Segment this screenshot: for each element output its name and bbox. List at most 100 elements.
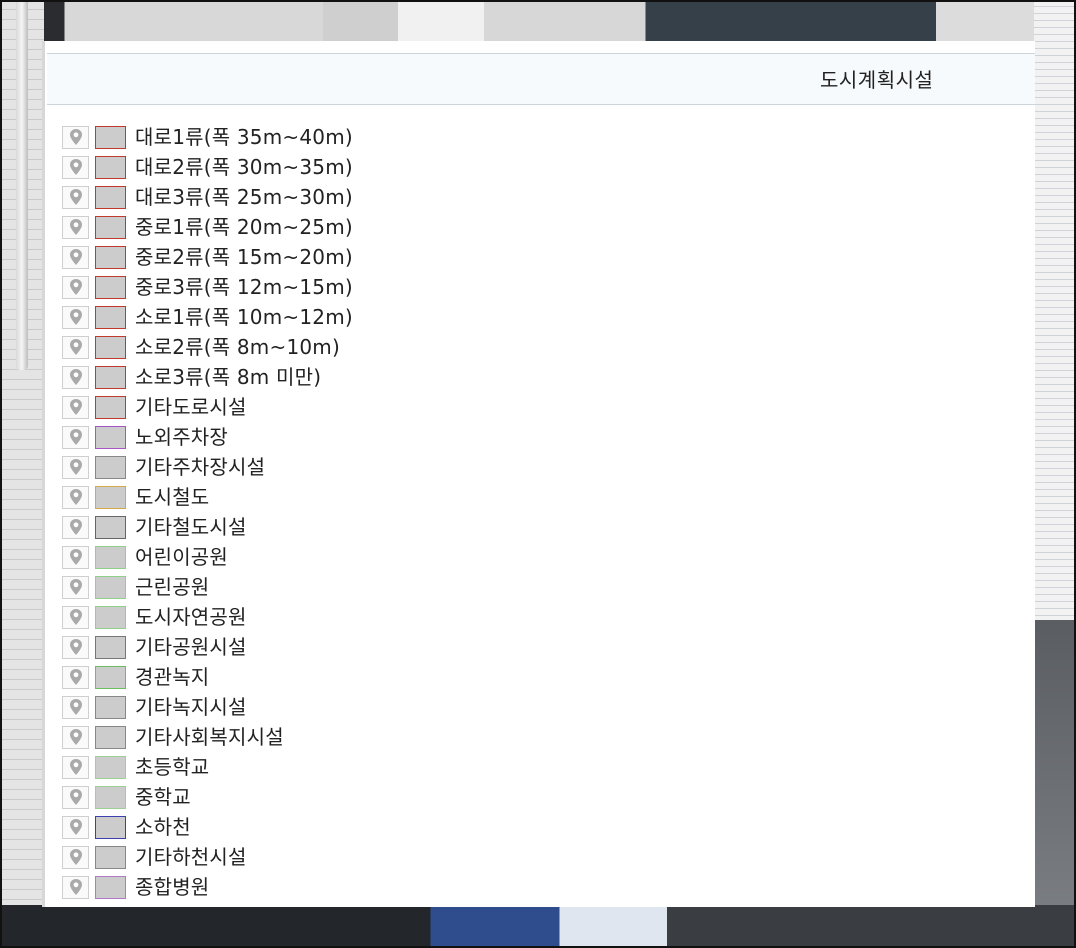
- legend-label: 기타철도시설: [135, 515, 247, 539]
- legend-swatch: [95, 515, 126, 539]
- legend-label: 중학교: [135, 785, 191, 809]
- locate-button[interactable]: [62, 185, 89, 209]
- locate-button[interactable]: [62, 485, 89, 509]
- legend-item: 근린공원: [62, 572, 353, 602]
- locate-button[interactable]: [62, 425, 89, 449]
- legend-swatch: [95, 815, 126, 839]
- legend-panel: 도시계획시설 대로1류(폭 35m~40m) 대로2류(폭 30m~35m) 대로3…: [42, 41, 1035, 907]
- legend-label: 대로3류(폭 25m~30m): [135, 185, 353, 209]
- legend-item: 대로3류(폭 25m~30m): [62, 182, 353, 212]
- legend-item: 기타사회복지시설: [62, 722, 353, 752]
- locate-button[interactable]: [62, 755, 89, 779]
- locate-button[interactable]: [62, 335, 89, 359]
- locate-button[interactable]: [62, 125, 89, 149]
- background-road: [1034, 620, 1076, 948]
- legend-label: 도시철도: [135, 485, 210, 509]
- map-pin-icon: [69, 459, 82, 475]
- map-pin-icon: [69, 729, 82, 745]
- panel-title: 도시계획시설: [820, 68, 934, 92]
- locate-button[interactable]: [62, 665, 89, 689]
- locate-button[interactable]: [62, 845, 89, 869]
- panel-header: 도시계획시설: [47, 53, 1035, 105]
- legend-label: 대로1류(폭 35m~40m): [135, 125, 353, 149]
- legend-label: 중로3류(폭 12m~15m): [135, 275, 353, 299]
- legend-swatch: [95, 485, 126, 509]
- locate-button[interactable]: [62, 155, 89, 179]
- locate-button[interactable]: [62, 395, 89, 419]
- legend-item: 소하천: [62, 812, 353, 842]
- legend-swatch: [95, 155, 126, 179]
- map-pin-icon: [69, 699, 82, 715]
- locate-button[interactable]: [62, 305, 89, 329]
- locate-button[interactable]: [62, 635, 89, 659]
- locate-button[interactable]: [62, 515, 89, 539]
- locate-button[interactable]: [62, 875, 89, 899]
- map-pin-icon: [69, 159, 82, 175]
- legend-label: 소로1류(폭 10m~12m): [135, 305, 353, 329]
- legend-label: 노외주차장: [135, 425, 228, 449]
- legend-swatch: [95, 335, 126, 359]
- legend-swatch: [95, 185, 126, 209]
- locate-button[interactable]: [62, 785, 89, 809]
- legend-label: 소하천: [135, 815, 191, 839]
- legend-swatch: [95, 395, 126, 419]
- legend-label: 중로1류(폭 20m~25m): [135, 215, 353, 239]
- locate-button[interactable]: [62, 695, 89, 719]
- legend-swatch: [95, 275, 126, 299]
- map-pin-icon: [69, 519, 82, 535]
- map-pin-icon: [69, 429, 82, 445]
- legend-item: 소로3류(폭 8m 미만): [62, 362, 353, 392]
- legend-swatch: [95, 725, 126, 749]
- locate-button[interactable]: [62, 275, 89, 299]
- legend-item: 도시철도: [62, 482, 353, 512]
- map-pin-icon: [69, 759, 82, 775]
- legend-swatch: [95, 785, 126, 809]
- legend-label: 근린공원: [135, 575, 210, 599]
- legend-label: 기타도로시설: [135, 395, 247, 419]
- legend-item: 경관녹지: [62, 662, 353, 692]
- legend-swatch: [95, 875, 126, 899]
- legend-item: 노외주차장: [62, 422, 353, 452]
- locate-button[interactable]: [62, 605, 89, 629]
- map-pin-icon: [69, 279, 82, 295]
- legend-label: 어린이공원: [135, 545, 228, 569]
- locate-button[interactable]: [62, 575, 89, 599]
- locate-button[interactable]: [62, 815, 89, 839]
- legend-item: 소로1류(폭 10m~12m): [62, 302, 353, 332]
- map-pin-icon: [69, 129, 82, 145]
- legend-swatch: [95, 755, 126, 779]
- legend-swatch: [95, 605, 126, 629]
- legend-item: 중로3류(폭 12m~15m): [62, 272, 353, 302]
- locate-button[interactable]: [62, 545, 89, 569]
- legend-item: 기타하천시설: [62, 842, 353, 872]
- locate-button[interactable]: [62, 365, 89, 389]
- legend-item: 기타녹지시설: [62, 692, 353, 722]
- legend-item: 소로2류(폭 8m~10m): [62, 332, 353, 362]
- locate-button[interactable]: [62, 455, 89, 479]
- map-pin-icon: [69, 399, 82, 415]
- legend-label: 기타주차장시설: [135, 455, 266, 479]
- legend-swatch: [95, 125, 126, 149]
- locate-button[interactable]: [62, 245, 89, 269]
- legend-label: 중로2류(폭 15m~20m): [135, 245, 353, 269]
- legend-label: 소로2류(폭 8m~10m): [135, 335, 340, 359]
- map-pin-icon: [69, 819, 82, 835]
- map-pin-icon: [69, 609, 82, 625]
- map-pin-icon: [69, 369, 82, 385]
- map-pin-icon: [69, 669, 82, 685]
- legend-label: 기타사회복지시설: [135, 725, 284, 749]
- legend-item: 기타주차장시설: [62, 452, 353, 482]
- legend-label: 기타녹지시설: [135, 695, 247, 719]
- legend-item: 도시자연공원: [62, 602, 353, 632]
- locate-button[interactable]: [62, 215, 89, 239]
- background-pipe: [16, 0, 28, 370]
- map-pin-icon: [69, 849, 82, 865]
- map-pin-icon: [69, 579, 82, 595]
- legend-swatch: [95, 245, 126, 269]
- map-pin-icon: [69, 879, 82, 895]
- locate-button[interactable]: [62, 725, 89, 749]
- legend-item: 종합병원: [62, 872, 353, 902]
- legend-item: 초등학교: [62, 752, 353, 782]
- map-pin-icon: [69, 249, 82, 265]
- legend-swatch: [95, 695, 126, 719]
